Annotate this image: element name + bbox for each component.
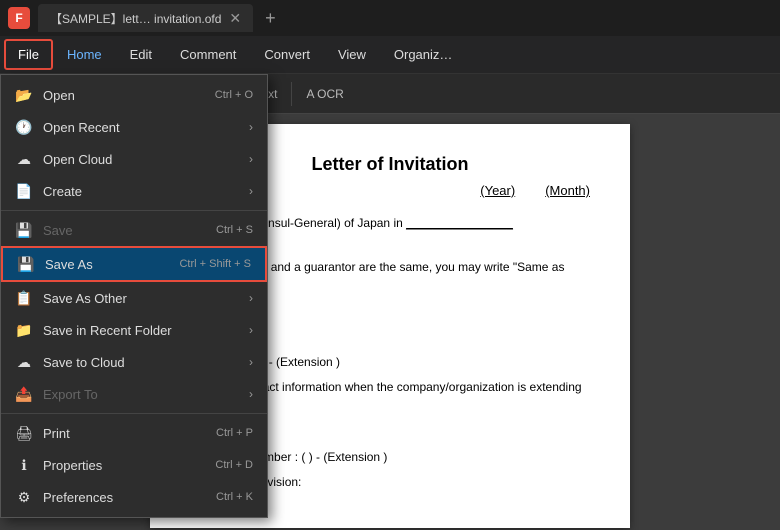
menu-item-file[interactable]: File bbox=[4, 39, 53, 70]
save-cloud-label: Save to Cloud bbox=[43, 355, 235, 370]
ocr-button[interactable]: A OCR bbox=[300, 83, 349, 105]
print-shortcut: Ctrl + P bbox=[216, 427, 253, 439]
menu-preferences[interactable]: ⚙ Preferences Ctrl + K bbox=[1, 481, 267, 513]
properties-shortcut: Ctrl + D bbox=[215, 459, 253, 471]
menu-properties[interactable]: ℹ Properties Ctrl + D bbox=[1, 449, 267, 481]
create-arrow: › bbox=[249, 184, 253, 198]
save-as-label: Save As bbox=[45, 257, 169, 272]
print-label: Print bbox=[43, 426, 206, 441]
preferences-icon: ⚙ bbox=[15, 488, 33, 506]
save-shortcut: Ctrl + S bbox=[216, 224, 253, 236]
separator-2 bbox=[1, 413, 267, 414]
toolbar-divider-4 bbox=[291, 82, 292, 106]
menu-print[interactable]: 🖨 Print Ctrl + P bbox=[1, 417, 267, 449]
month-label: (Month) bbox=[545, 183, 590, 198]
menu-item-home[interactable]: Home bbox=[53, 39, 116, 70]
save-as-other-icon: 📋 bbox=[15, 289, 33, 307]
open-recent-arrow: › bbox=[249, 120, 253, 134]
open-cloud-icon: ☁ bbox=[15, 150, 33, 168]
save-cloud-icon: ☁ bbox=[15, 353, 33, 371]
preferences-label: Preferences bbox=[43, 490, 206, 505]
save-recent-label: Save in Recent Folder bbox=[43, 323, 235, 338]
open-label: Open bbox=[43, 88, 205, 103]
menu-open[interactable]: 📂 Open Ctrl + O bbox=[1, 79, 267, 111]
open-icon: 📂 bbox=[15, 86, 33, 104]
export-icon: 📤 bbox=[15, 385, 33, 403]
preferences-shortcut: Ctrl + K bbox=[216, 491, 253, 503]
year-label: (Year) bbox=[480, 183, 515, 198]
menu-create[interactable]: 📄 Create › bbox=[1, 175, 267, 207]
menu-save-as-other[interactable]: 📋 Save As Other › bbox=[1, 282, 267, 314]
export-label: Export To bbox=[43, 387, 235, 402]
file-dropdown-menu: 📂 Open Ctrl + O 🕐 Open Recent › ☁ Open C… bbox=[0, 74, 268, 518]
menu-save-recent[interactable]: 📁 Save in Recent Folder › bbox=[1, 314, 267, 346]
save-as-other-label: Save As Other bbox=[43, 291, 235, 306]
menu-item-edit[interactable]: Edit bbox=[116, 39, 166, 70]
save-label: Save bbox=[43, 223, 206, 238]
title-bar: F 【SAMPLE】lett… invitation.ofd ✕ + bbox=[0, 0, 780, 36]
menu-item-comment[interactable]: Comment bbox=[166, 39, 250, 70]
save-icon: 💾 bbox=[15, 221, 33, 239]
tab-title: 【SAMPLE】lett… invitation.ofd bbox=[50, 10, 221, 27]
create-label: Create bbox=[43, 184, 235, 199]
active-tab[interactable]: 【SAMPLE】lett… invitation.ofd ✕ bbox=[38, 4, 253, 32]
main-area: ⊕ ✏ ▢▾ ✎ Edit All ▾ T+ Add Text A OCR Le… bbox=[0, 74, 780, 530]
save-cloud-arrow: › bbox=[249, 355, 253, 369]
tab-close-button[interactable]: ✕ bbox=[229, 11, 241, 25]
save-recent-icon: 📁 bbox=[15, 321, 33, 339]
open-cloud-arrow: › bbox=[249, 152, 253, 166]
save-as-icon: 💾 bbox=[17, 255, 35, 273]
menu-open-recent[interactable]: 🕐 Open Recent › bbox=[1, 111, 267, 143]
print-icon: 🖨 bbox=[15, 424, 33, 442]
save-recent-arrow: › bbox=[249, 323, 253, 337]
export-arrow: › bbox=[249, 387, 253, 401]
app-icon: F bbox=[8, 7, 30, 29]
menu-item-convert[interactable]: Convert bbox=[250, 39, 324, 70]
menu-save: 💾 Save Ctrl + S bbox=[1, 214, 267, 246]
open-cloud-label: Open Cloud bbox=[43, 152, 235, 167]
create-icon: 📄 bbox=[15, 182, 33, 200]
open-shortcut: Ctrl + O bbox=[215, 89, 253, 101]
save-as-other-arrow: › bbox=[249, 291, 253, 305]
properties-label: Properties bbox=[43, 458, 205, 473]
open-recent-icon: 🕐 bbox=[15, 118, 33, 136]
menu-item-organize[interactable]: Organiz… bbox=[380, 39, 467, 70]
properties-icon: ℹ bbox=[15, 456, 33, 474]
menu-save-as[interactable]: 💾 Save As Ctrl + Shift + S bbox=[1, 246, 267, 282]
open-recent-label: Open Recent bbox=[43, 120, 235, 135]
separator-1 bbox=[1, 210, 267, 211]
dropdown-menu-list: 📂 Open Ctrl + O 🕐 Open Recent › ☁ Open C… bbox=[0, 74, 268, 518]
save-as-shortcut: Ctrl + Shift + S bbox=[179, 258, 251, 270]
menu-item-view[interactable]: View bbox=[324, 39, 380, 70]
menu-save-cloud[interactable]: ☁ Save to Cloud › bbox=[1, 346, 267, 378]
menu-bar: File Home Edit Comment Convert View Orga… bbox=[0, 36, 780, 74]
add-tab-button[interactable]: + bbox=[265, 8, 276, 29]
menu-open-cloud[interactable]: ☁ Open Cloud › bbox=[1, 143, 267, 175]
menu-export: 📤 Export To › bbox=[1, 378, 267, 410]
